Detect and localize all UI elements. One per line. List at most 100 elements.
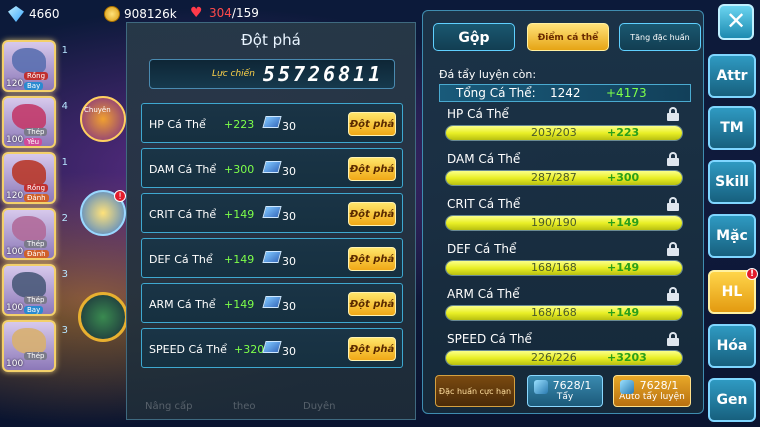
scroll-icon [262, 251, 282, 263]
stat-bonus: +300 [607, 171, 640, 184]
breakthrough-button[interactable]: Đột phá [348, 157, 396, 181]
lock-icon[interactable] [667, 332, 679, 346]
nav-mac[interactable]: Mặc [708, 214, 756, 258]
notification-badge: ! [746, 268, 758, 280]
hero-level: 100 [6, 359, 24, 369]
cost-value: 30 [282, 165, 296, 178]
gem-value: 4660 [29, 7, 60, 21]
specialty-button[interactable]: Chuyên [80, 96, 126, 142]
stat-bonus: +149 [224, 298, 255, 311]
lock-icon[interactable] [667, 197, 679, 211]
cost-value: 30 [282, 255, 296, 268]
breakthrough-button[interactable]: Đột phá [348, 292, 396, 316]
hero-portrait [12, 272, 46, 298]
hero-level: 120 [6, 79, 24, 89]
diamond-icon [8, 6, 24, 22]
breakthrough-button[interactable]: Đột phá [348, 202, 396, 226]
breakthrough-row: DAM Cá Thể +300 30 Đột phá [141, 148, 403, 188]
hero-slot[interactable]: 2 Thép Đánh 100 [2, 208, 68, 260]
hero-portrait [12, 48, 46, 74]
nav-tm[interactable]: TM [708, 106, 756, 150]
stat-row-def: DEF Cá Thể 168/168 +149 [439, 242, 693, 286]
total-stats: Tổng Cá Thể: 1242 +4173 [439, 84, 691, 102]
tab-merge[interactable]: Gộp [433, 23, 515, 51]
stat-bonus: +3203 [607, 351, 647, 364]
hero-slot[interactable]: 3 Thép Bay 100 [2, 264, 68, 316]
tab-special-training[interactable]: Tăng đặc huấn [619, 23, 701, 51]
auto-refine-button[interactable]: 7628/1 Auto tẩy luyện [613, 375, 691, 407]
hero-type-tag: Bay [24, 82, 44, 90]
hero-count: 2 [61, 213, 68, 224]
hero-portrait [12, 104, 46, 130]
hero-count: 1 [61, 157, 68, 168]
hero-slot[interactable]: 3 Thép 100 [2, 320, 68, 372]
extreme-training-button[interactable]: Đặc huấn cực hạn [435, 375, 515, 407]
cost-value: 30 [282, 300, 296, 313]
nav-gen[interactable]: Gen [708, 378, 756, 422]
heart-icon: ♥ [190, 5, 203, 21]
lock-icon[interactable] [667, 107, 679, 121]
refine-button[interactable]: 7628/1 Tẩy [527, 375, 603, 407]
stat-value: 190/190 [531, 216, 577, 229]
stat-bonus: +149 [607, 306, 640, 319]
remaining-stones-label: Đá tẩy luyện còn: [439, 68, 537, 81]
combat-power: Lực chiến 55726811 [149, 59, 395, 89]
stat-row-crit: CRIT Cá Thể 190/190 +149 [439, 197, 693, 241]
power-value: 55726811 [262, 62, 384, 86]
bottom-label-upgrade: Nâng cấp [145, 401, 193, 412]
follow-button[interactable] [78, 292, 128, 342]
stat-bonus: +149 [224, 253, 255, 266]
hero-count: 4 [61, 101, 68, 112]
upgrade-button[interactable]: ! [80, 190, 126, 236]
breakthrough-button[interactable]: Đột phá [348, 112, 396, 136]
refine-stone-icon [620, 380, 634, 394]
hero-type-tag: Yêu [24, 138, 43, 146]
gem-counter: 4660 [8, 6, 60, 22]
hero-slot[interactable]: 4 Thép Yêu 100 [2, 96, 68, 148]
hero-portrait [12, 216, 46, 242]
hero-slot[interactable]: 1 Rồng Đánh 120 [2, 152, 68, 204]
stat-name: HP Cá Thể [447, 107, 509, 121]
stat-bonus: +223 [607, 126, 640, 139]
stat-name: DAM Cá Thể [149, 163, 217, 176]
tab-individual-points[interactable]: Điểm cá thể [527, 23, 609, 51]
total-label: Tổng Cá Thể: [456, 86, 536, 100]
breakthrough-row: HP Cá Thể +223 30 Đột phá [141, 103, 403, 143]
hero-type-tag: Thép [24, 128, 48, 136]
specialty-label: Chuyên [84, 106, 111, 114]
breakthrough-button[interactable]: Đột phá [348, 337, 396, 361]
breakthrough-button[interactable]: Đột phá [348, 247, 396, 271]
hero-slot[interactable]: 1 Rồng Bay 120 [2, 40, 68, 92]
stat-bonus: +223 [224, 118, 255, 131]
stat-value: 168/168 [531, 306, 577, 319]
close-icon[interactable]: ✕ [718, 4, 754, 40]
hero-count: 3 [61, 325, 68, 336]
bottom-label-affinity: Duyên [303, 401, 336, 412]
nav-hl[interactable]: HL ! [708, 268, 758, 314]
stat-name: CRIT Cá Thể [447, 197, 521, 211]
nav-attr[interactable]: Attr [708, 54, 756, 98]
hero-type-tag: Thép [24, 240, 48, 248]
hero-level: 120 [6, 191, 24, 201]
gold-value: 908126k [124, 7, 177, 21]
nav-skill[interactable]: Skill [708, 160, 756, 204]
hero-list: 1 Rồng Bay 120 4 Thép Yêu 100 1 Rồng Đán… [2, 40, 70, 376]
panel-title: Đột phá [241, 31, 301, 49]
lock-icon[interactable] [667, 287, 679, 301]
hero-type-tag: Đánh [24, 250, 49, 258]
stat-row-dam: DAM Cá Thể 287/287 +300 [439, 152, 693, 196]
lock-icon[interactable] [667, 242, 679, 256]
lock-icon[interactable] [667, 152, 679, 166]
nav-hl-label: HL [721, 284, 743, 300]
stat-name: DEF Cá Thể [447, 242, 517, 256]
stat-value: 203/203 [531, 126, 577, 139]
hero-type-tag: Thép [24, 296, 48, 304]
stat-name: CRIT Cá Thể [149, 208, 217, 221]
stat-bonus: +300 [224, 163, 255, 176]
hero-count: 1 [61, 45, 68, 56]
bottom-label-follow: theo [233, 401, 256, 412]
hero-portrait [12, 328, 46, 354]
nav-hoa[interactable]: Hóa [708, 324, 756, 368]
stamina-current: 304 [209, 6, 232, 20]
stat-name: DEF Cá Thể [149, 253, 213, 266]
